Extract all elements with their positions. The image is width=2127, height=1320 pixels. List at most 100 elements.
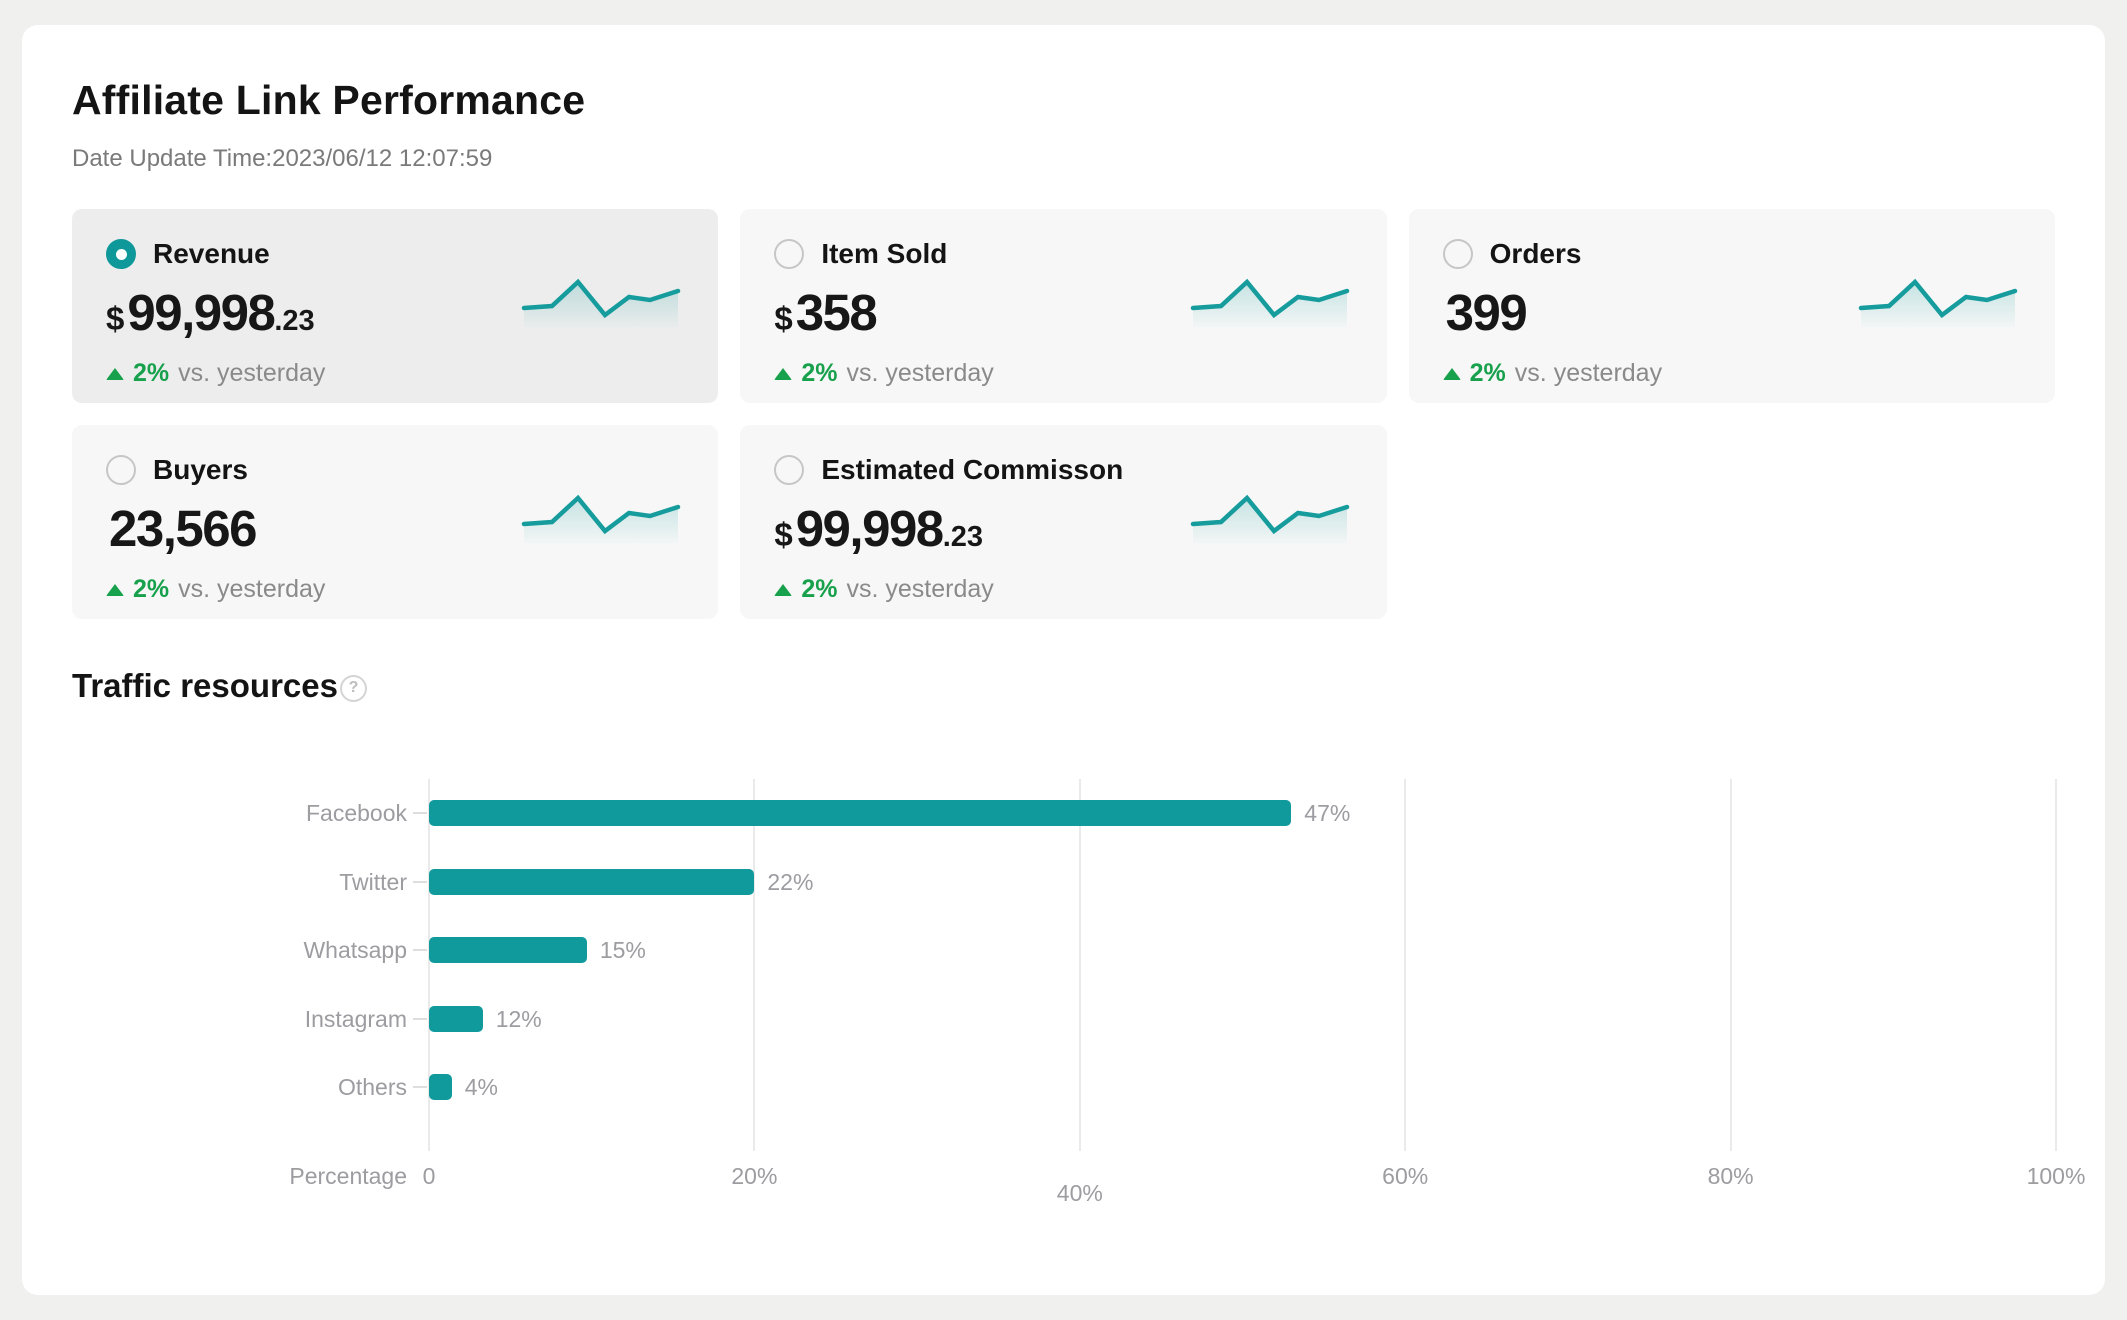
metric-change-suffix: vs. yesterday <box>1515 359 1662 388</box>
metric-value-int: 99,998 <box>127 283 274 342</box>
traffic-bar-chart: Facebook 47% Twitter 22% Whatsapp 15% Instagra… <box>72 739 2055 1209</box>
category-label-instagram: Instagram <box>72 1005 407 1033</box>
metrics-grid: Revenue $ 99,998 .23 2% vs. yesterday It… <box>72 209 2055 619</box>
metric-card-buyers[interactable]: Buyers 23,566 2% vs. yesterday <box>72 425 718 619</box>
radio-dot-icon <box>116 249 127 260</box>
metric-card-orders[interactable]: Orders 399 2% vs. yesterday <box>1409 209 2055 403</box>
metric-head: Buyers <box>106 454 684 486</box>
category-tick <box>413 1086 427 1088</box>
metric-value-int: 23,566 <box>109 499 256 558</box>
sparkline-chart <box>1185 269 1355 334</box>
metric-change-pct: 2% <box>801 359 837 388</box>
x-tick-label-100: 100% <box>2027 1162 2086 1190</box>
metric-label: Buyers <box>153 454 248 486</box>
metric-value-int: 358 <box>796 283 877 342</box>
metric-change-pct: 2% <box>133 359 169 388</box>
affiliate-performance-panel: Affiliate Link Performance Date Update T… <box>22 25 2105 1295</box>
radio-dot-icon <box>784 465 795 476</box>
bar-facebook <box>429 800 1291 826</box>
sparkline-chart <box>1185 485 1355 550</box>
metric-currency: $ <box>774 300 792 338</box>
x-axis-title: Percentage <box>72 1162 407 1190</box>
category-tick <box>413 949 427 951</box>
x-tick-label-40: 40% <box>1057 1179 1103 1207</box>
metric-head: Revenue <box>106 238 684 270</box>
metric-head: Orders <box>1443 238 2021 270</box>
metric-radio[interactable] <box>774 239 804 269</box>
metric-label: Revenue <box>153 238 270 270</box>
metric-head: Estimated Commisson <box>774 454 1352 486</box>
metric-value-int: 99,998 <box>796 499 943 558</box>
traffic-resources-title: Traffic resources <box>72 667 338 705</box>
metric-change: 2% vs. yesterday <box>106 575 684 604</box>
bar-others <box>429 1074 452 1100</box>
chart-gridline <box>753 779 755 1151</box>
metric-label: Item Sold <box>821 238 947 270</box>
help-icon[interactable]: ? <box>340 675 367 702</box>
category-label-facebook: Facebook <box>72 799 407 827</box>
category-label-twitter: Twitter <box>72 868 407 896</box>
category-label-whatsapp: Whatsapp <box>72 936 407 964</box>
sparkline-chart <box>1853 269 2023 334</box>
metric-radio[interactable] <box>106 455 136 485</box>
metric-card-item-sold[interactable]: Item Sold $ 358 2% vs. yesterday <box>740 209 1386 403</box>
metric-radio[interactable] <box>106 239 136 269</box>
metric-change-pct: 2% <box>1470 359 1506 388</box>
arrow-up-icon <box>1443 368 1461 380</box>
metric-change-pct: 2% <box>801 575 837 604</box>
metric-currency: $ <box>106 300 124 338</box>
metric-change: 2% vs. yesterday <box>106 359 684 388</box>
chart-gridline <box>1730 779 1732 1151</box>
category-tick <box>413 881 427 883</box>
x-tick-label-20: 20% <box>731 1162 777 1190</box>
arrow-up-icon <box>106 584 124 596</box>
bar-value-label-instagram: 12% <box>496 1006 542 1032</box>
arrow-up-icon <box>774 584 792 596</box>
bar-value-label-others: 4% <box>465 1074 498 1100</box>
radio-dot-icon <box>116 465 127 476</box>
traffic-section-head: Traffic resources ? <box>72 667 2055 705</box>
metric-value-dec: .23 <box>943 521 983 554</box>
page-title: Affiliate Link Performance <box>72 77 2055 124</box>
metric-change: 2% vs. yesterday <box>774 359 1352 388</box>
metric-change: 2% vs. yesterday <box>1443 359 2021 388</box>
metric-value-int: 399 <box>1446 283 1527 342</box>
sparkline-chart <box>516 269 686 334</box>
metric-change-suffix: vs. yesterday <box>846 359 993 388</box>
sparkline-chart <box>516 485 686 550</box>
metric-currency: $ <box>774 516 792 554</box>
chart-gridline <box>1079 779 1081 1151</box>
category-tick <box>413 1018 427 1020</box>
metric-change-suffix: vs. yesterday <box>846 575 993 604</box>
metric-change-suffix: vs. yesterday <box>178 575 325 604</box>
metric-card-estimated-commisson[interactable]: Estimated Commisson $ 99,998 .23 2% vs. … <box>740 425 1386 619</box>
date-update-time: Date Update Time:2023/06/12 12:07:59 <box>72 145 2055 173</box>
x-tick-label-60: 60% <box>1382 1162 1428 1190</box>
metric-head: Item Sold <box>774 238 1352 270</box>
chart-gridline <box>1404 779 1406 1151</box>
bar-value-label-facebook: 47% <box>1304 800 1350 826</box>
x-tick-label-80: 80% <box>1708 1162 1754 1190</box>
metric-radio[interactable] <box>1443 239 1473 269</box>
metric-card-revenue[interactable]: Revenue $ 99,998 .23 2% vs. yesterday <box>72 209 718 403</box>
metric-change-suffix: vs. yesterday <box>178 359 325 388</box>
metric-change: 2% vs. yesterday <box>774 575 1352 604</box>
arrow-up-icon <box>774 368 792 380</box>
bar-instagram <box>429 1006 483 1032</box>
metric-value-dec: .23 <box>274 305 314 338</box>
bar-whatsapp <box>429 937 587 963</box>
bar-value-label-whatsapp: 15% <box>600 937 646 963</box>
x-tick-label-0: 0 <box>423 1162 436 1190</box>
category-tick <box>413 812 427 814</box>
bar-twitter <box>429 869 754 895</box>
radio-dot-icon <box>1452 249 1463 260</box>
bar-value-label-twitter: 22% <box>767 869 813 895</box>
metric-radio[interactable] <box>774 455 804 485</box>
chart-gridline <box>2055 779 2057 1151</box>
metric-change-pct: 2% <box>133 575 169 604</box>
arrow-up-icon <box>106 368 124 380</box>
metric-label: Estimated Commisson <box>821 454 1123 486</box>
radio-dot-icon <box>784 249 795 260</box>
category-label-others: Others <box>72 1073 407 1101</box>
metric-label: Orders <box>1490 238 1582 270</box>
